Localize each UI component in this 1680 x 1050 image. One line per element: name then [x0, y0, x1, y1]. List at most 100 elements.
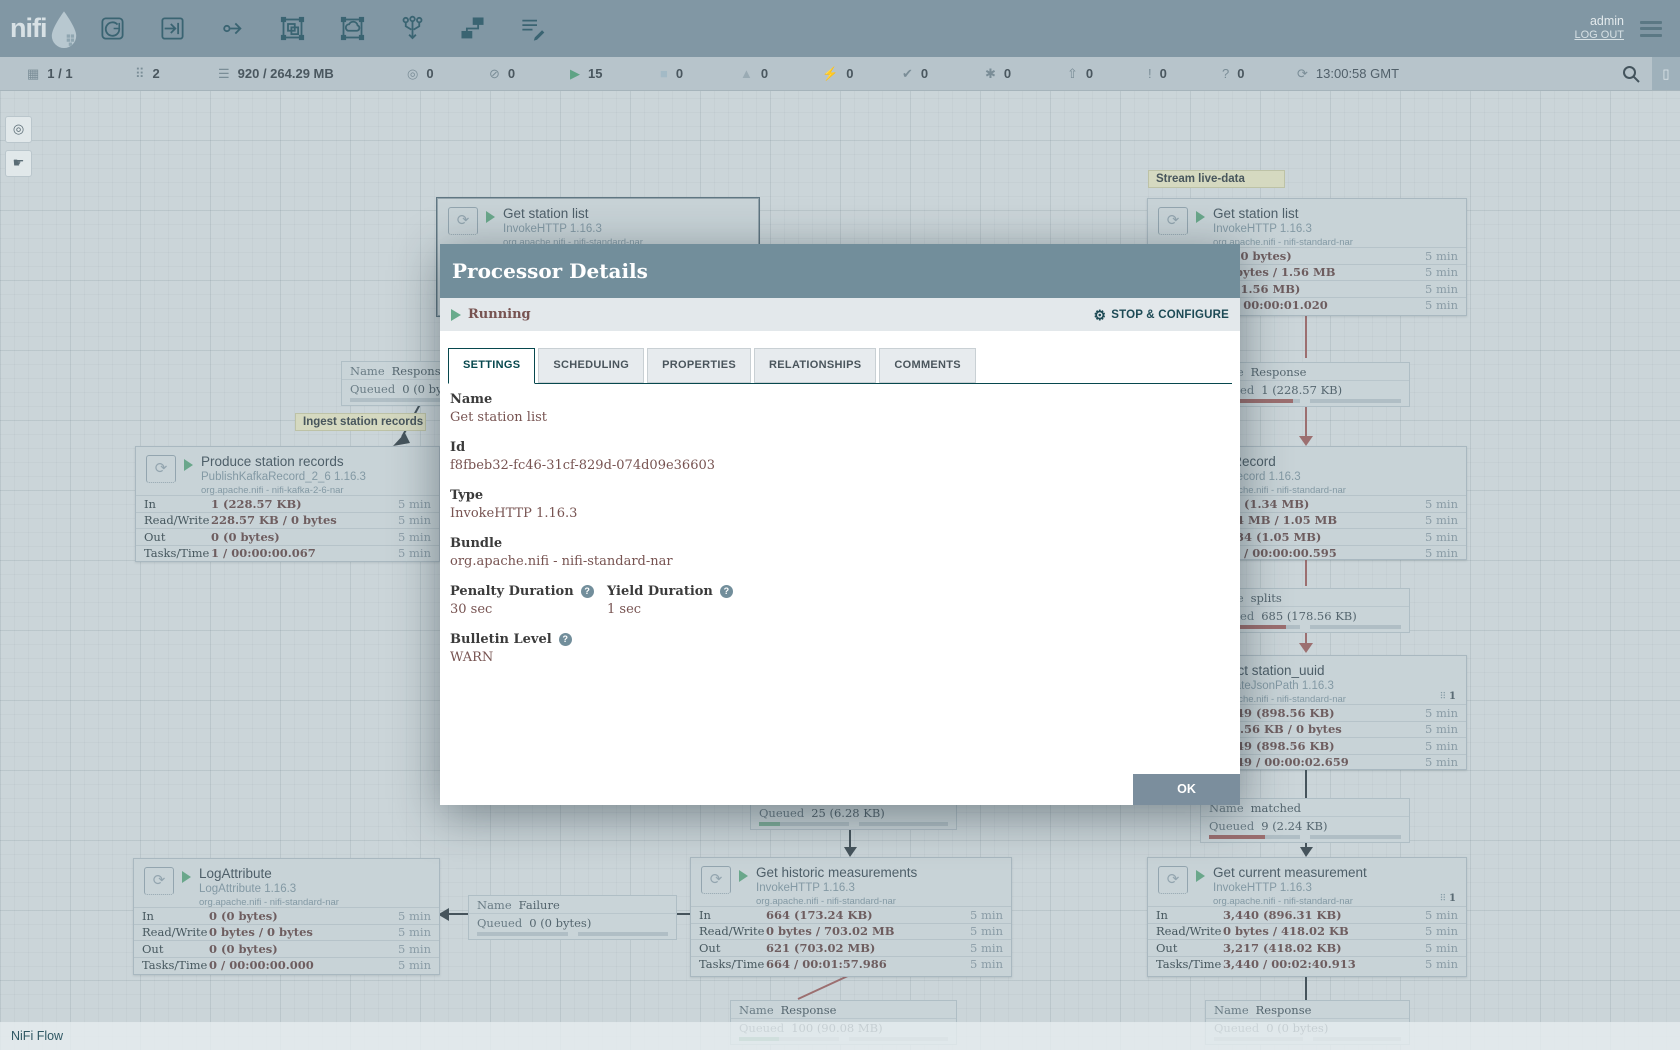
tab-relationships[interactable]: RELATIONSHIPS: [754, 348, 876, 383]
processor-name: Get current measurement: [1213, 866, 1367, 880]
process-group-icon[interactable]: [279, 15, 306, 42]
conn-name: splits: [1251, 591, 1282, 605]
stat-value: 1 (228.57 KB): [211, 497, 398, 511]
label-icon[interactable]: [519, 15, 546, 42]
template-icon[interactable]: [459, 15, 486, 42]
processor-name: LogAttribute: [199, 867, 339, 881]
app-header: nifi: [0, 0, 1680, 57]
running-state-label: Running: [468, 307, 531, 322]
stat-label: Out: [1156, 941, 1223, 955]
stat-value: 621 (703.02 MB): [766, 941, 970, 955]
output-port-icon[interactable]: [219, 15, 246, 42]
pan-tool-button[interactable]: ☛: [5, 150, 32, 177]
processor-type-icon: ⟳: [701, 866, 731, 894]
stat-value: 0 (0 bytes): [209, 909, 398, 923]
global-menu-icon[interactable]: [1640, 21, 1662, 37]
bundle-label: Bundle: [450, 535, 1230, 552]
settings-tab-content: Name Get station list Id f8fbeb32-fc46-3…: [450, 391, 1230, 679]
status-sync-failure: ?0: [1222, 57, 1244, 90]
status-refresh[interactable]: ⟳13:00:58 GMT: [1297, 57, 1399, 90]
ok-button[interactable]: OK: [1133, 774, 1240, 805]
stat-period: 5 min: [398, 925, 431, 939]
funnel-icon[interactable]: [399, 15, 426, 42]
processor-get-historic-measurements[interactable]: ⟳ Get historic measurements InvokeHTTP 1…: [690, 857, 1012, 977]
stat-label: In: [144, 497, 211, 511]
stat-period: 5 min: [1425, 497, 1458, 511]
stat-period: 5 min: [1425, 265, 1458, 279]
status-stopped: ■0: [660, 57, 683, 90]
processor-type-icon: ⟳: [1158, 866, 1188, 894]
panel-toggle-button[interactable]: ▯: [1652, 57, 1680, 90]
dialog-status-row: Running ⚙ STOP & CONFIGURE: [440, 298, 1240, 331]
threads-icon: ⠿: [135, 66, 145, 82]
stat-period: 5 min: [970, 941, 1003, 955]
tab-properties[interactable]: PROPERTIES: [647, 348, 751, 383]
processor-type-icon: ⟳: [1158, 207, 1188, 235]
help-icon[interactable]: ?: [559, 633, 572, 646]
grid-icon: ⠿: [1440, 894, 1449, 904]
stopped-icon: ■: [660, 66, 668, 81]
running-icon: [182, 871, 191, 883]
logout-link[interactable]: LOG OUT: [1574, 29, 1624, 43]
yield-duration-value: 1 sec: [607, 600, 733, 618]
conn-name: Response: [781, 1003, 837, 1017]
conn-queued-key: Queued: [1209, 819, 1254, 833]
breadcrumb[interactable]: NiFi Flow: [11, 1029, 63, 1043]
processor-get-current-measurement[interactable]: ⟳ Get current measurement InvokeHTTP 1.1…: [1147, 857, 1467, 977]
connection-label-failure[interactable]: NameFailure Queued0 (0 bytes): [468, 895, 677, 940]
stat-period: 5 min: [970, 957, 1003, 971]
stat-period: 5 min: [1425, 530, 1458, 544]
processor-icon[interactable]: [99, 15, 126, 42]
tab-comments[interactable]: COMMENTS: [879, 348, 976, 383]
stop-and-configure-button[interactable]: ⚙ STOP & CONFIGURE: [1093, 308, 1229, 322]
stat-value: 1 (1.56 MB): [1223, 282, 1425, 296]
bulletin-level-value: WARN: [450, 648, 1230, 666]
processor-log-attribute[interactable]: ⟳ LogAttribute LogAttribute 1.16.3 org.a…: [133, 858, 440, 975]
conn-queued: 25 (6.28 KB): [811, 806, 885, 820]
status-cluster: ▦1 / 1: [27, 57, 73, 90]
conn-queued: 9 (2.24 KB): [1261, 819, 1327, 833]
tab-settings[interactable]: SETTINGS: [448, 348, 535, 384]
help-icon[interactable]: ?: [720, 585, 733, 598]
flow-status-bar: ▦1 / 1 ⠿2 ☰920 / 264.29 MB ◎0 ⊘0 ▶15 ■0 …: [0, 57, 1680, 91]
grid-icon: ⠿: [1440, 692, 1449, 702]
input-port-icon[interactable]: [159, 15, 186, 42]
invalid-icon: ▲: [740, 66, 753, 81]
bulletin-level-label: Bulletin Level ?: [450, 631, 1230, 648]
queue-bars: [751, 821, 956, 829]
stat-value: 0 / 00:00:00.000: [209, 958, 398, 972]
canvas-label[interactable]: Ingest station records: [295, 413, 426, 431]
stat-label: Read/Write: [1156, 924, 1223, 938]
help-icon[interactable]: ?: [581, 585, 594, 598]
running-icon: [184, 459, 193, 471]
up-to-date-icon: ✔: [902, 66, 913, 82]
stat-value: 0 (0 bytes): [211, 530, 398, 544]
status-up-to-date: ✔0: [902, 57, 928, 90]
processor-bundle: org.apache.nifi - nifi-standard-nar: [756, 897, 917, 907]
queue-bars: [469, 931, 676, 939]
remote-process-group-icon[interactable]: [339, 15, 366, 42]
connection-label-queued-25[interactable]: Queued 25 (6.28 KB): [750, 803, 957, 830]
birdseye-button[interactable]: ◎: [5, 116, 32, 143]
processor-produce-station-records[interactable]: ⟳ Produce station records PublishKafkaRe…: [135, 446, 440, 562]
stat-period: 5 min: [1425, 546, 1458, 560]
processor-details-dialog: Processor Details Running ⚙ STOP & CONFI…: [440, 244, 1240, 805]
canvas-label[interactable]: Stream live-data: [1148, 170, 1285, 188]
stat-label: Out: [699, 941, 766, 955]
conn-name: Failure: [519, 898, 560, 912]
processor-bundle: org.apache.nifi - nifi-standard-nar: [1213, 897, 1367, 907]
name-value: Get station list: [450, 408, 1230, 426]
stat-label: Read/Write: [142, 925, 209, 939]
disabled-icon: ⚡: [822, 66, 838, 82]
conn-queued-key: Queued: [759, 806, 804, 820]
search-button[interactable]: [1621, 64, 1641, 84]
processor-bundle: org.apache.nifi - nifi-kafka-2-6-nar: [201, 486, 366, 496]
stat-period: 5 min: [398, 497, 431, 511]
penalty-duration-label: Penalty Duration ?: [450, 583, 607, 600]
stat-period: 5 min: [1425, 739, 1458, 753]
tab-scheduling[interactable]: SCHEDULING: [538, 348, 644, 383]
type-label: Type: [450, 487, 1230, 504]
nifi-drop-icon: [47, 10, 81, 48]
stat-label: Read/Write: [699, 924, 766, 938]
conn-name-key: Name: [739, 1003, 774, 1017]
